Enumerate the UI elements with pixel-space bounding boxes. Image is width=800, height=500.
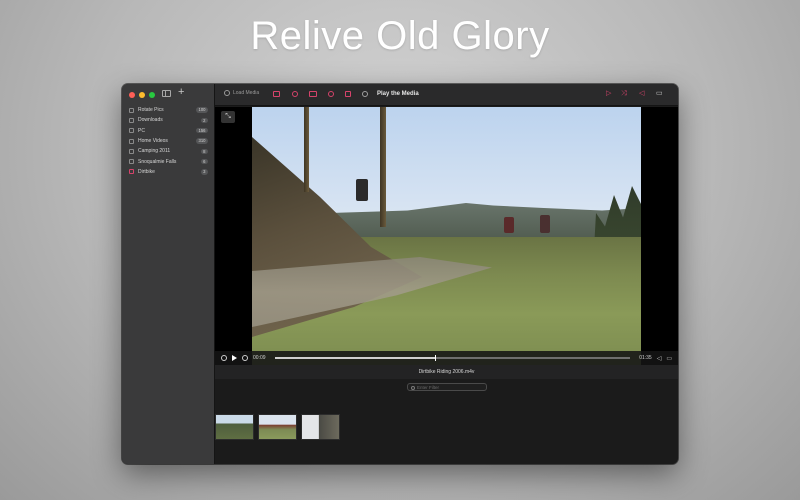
sidebar-item-label: Dirtbike <box>138 168 155 175</box>
sidebar-item-camping-2011[interactable]: Camping 2011 8 <box>122 146 214 156</box>
count-badge: 310 <box>196 138 208 144</box>
timer-icon[interactable] <box>328 91 334 97</box>
total-time: 01:35 <box>639 355 652 361</box>
folder-checkbox-icon[interactable] <box>129 107 134 113</box>
folder-checkbox-icon[interactable] <box>129 117 134 123</box>
sidebar-list: Rotate Pics 100 Downloads 2 PC 156 Home … <box>122 105 214 177</box>
sidebar-item-label: PC <box>138 127 145 134</box>
media-thumbnail[interactable] <box>215 414 254 440</box>
thumbnail-strip <box>215 414 340 440</box>
folder-checkbox-icon[interactable] <box>129 159 134 165</box>
count-badge: 6 <box>200 158 208 165</box>
count-badge: 3 <box>200 169 208 175</box>
sidebar: + Rotate Pics 100 Downloads 2 PC 156 Hom… <box>122 84 215 464</box>
expand-icon[interactable]: ⤡ <box>221 111 235 123</box>
count-badge: 100 <box>196 107 208 113</box>
folder-checkbox-icon[interactable] <box>129 128 134 134</box>
seek-slider[interactable] <box>274 354 631 361</box>
zoom-window-button[interactable] <box>149 92 155 98</box>
record-icon[interactable] <box>292 91 298 97</box>
count-badge: 156 <box>196 127 208 134</box>
minimize-window-button[interactable] <box>139 92 145 98</box>
add-folder-icon[interactable]: + <box>178 87 184 98</box>
video-camera-icon[interactable] <box>273 91 280 97</box>
folder-checkbox-icon[interactable] <box>129 138 134 144</box>
media-thumbnail[interactable] <box>258 414 297 440</box>
delete-icon[interactable] <box>345 91 351 97</box>
seek-progress <box>274 357 435 359</box>
airplay-icon[interactable]: ▭ <box>666 355 672 362</box>
airplay-icon[interactable]: ▭ <box>656 89 663 99</box>
sidebar-item-dirtbike[interactable]: Dirtbike 3 <box>122 167 214 177</box>
folder-checkbox-icon[interactable] <box>129 148 134 154</box>
rewind-icon[interactable] <box>221 355 227 361</box>
sidebar-item-downloads[interactable]: Downloads 2 <box>122 115 214 125</box>
play-icon[interactable] <box>232 355 237 361</box>
media-title: Dirtbike Riding 2006.m4v <box>215 365 678 379</box>
sidebar-item-label: Snoqualmie Falls <box>138 158 177 165</box>
load-media-label: Load Media <box>233 90 260 96</box>
sidebar-item-home-videos[interactable]: Home Videos 310 <box>122 136 214 146</box>
play-icon[interactable]: ▷ <box>606 89 611 99</box>
forward-icon[interactable] <box>242 355 248 361</box>
sidebar-item-label: Home Videos <box>138 138 168 145</box>
filter-field[interactable]: Enter Filter <box>407 383 487 391</box>
sidebar-item-pc[interactable]: PC 156 <box>122 126 214 136</box>
sidebar-item-label: Downloads <box>138 117 163 124</box>
folder-checkbox-icon[interactable] <box>129 169 134 175</box>
volume-icon[interactable]: ◁ <box>657 355 662 362</box>
shuffle-icon[interactable]: ⤨ <box>621 89 627 99</box>
sidebar-item-label: Camping 2011 <box>138 148 171 155</box>
count-badge: 8 <box>200 148 208 155</box>
sidebar-item-rotate-pics[interactable]: Rotate Pics 100 <box>122 105 214 115</box>
sidebar-item-label: Rotate Pics <box>138 107 164 114</box>
mute-icon[interactable]: ◁ <box>639 89 644 99</box>
photo-icon[interactable] <box>309 91 317 97</box>
playback-controls: 00:09 01:35 ◁ ▭ <box>215 351 678 365</box>
search-icon <box>411 385 415 390</box>
sidebar-item-snoqualmie-falls[interactable]: Snoqualmie Falls 6 <box>122 156 214 166</box>
video-frame <box>252 107 641 365</box>
load-media-icon <box>224 90 230 96</box>
video-player[interactable]: ⤡ 00:09 01:35 ◁ ▭ <box>215 107 678 365</box>
promo-headline: Relive Old Glory <box>250 14 550 58</box>
load-media-button[interactable]: Load Media <box>224 90 259 96</box>
filter-placeholder: Enter Filter <box>417 385 440 390</box>
sidebar-toggle-icon[interactable] <box>162 90 171 97</box>
close-window-button[interactable] <box>129 92 135 98</box>
count-badge: 2 <box>200 117 208 124</box>
app-window: + Rotate Pics 100 Downloads 2 PC 156 Hom… <box>122 84 678 464</box>
seek-knob[interactable] <box>434 354 437 361</box>
main-area: Load Media Play the Media ▷ ⤨ ◁ ▭ ⤡ 00:0… <box>215 84 678 464</box>
clock-icon[interactable] <box>362 91 368 97</box>
current-time: 00:09 <box>253 355 266 361</box>
media-thumbnail[interactable] <box>301 414 340 440</box>
toolbar: Load Media Play the Media ▷ ⤨ ◁ ▭ <box>215 84 678 106</box>
play-the-media-button[interactable]: Play the Media <box>377 91 419 97</box>
window-controls <box>129 92 155 98</box>
